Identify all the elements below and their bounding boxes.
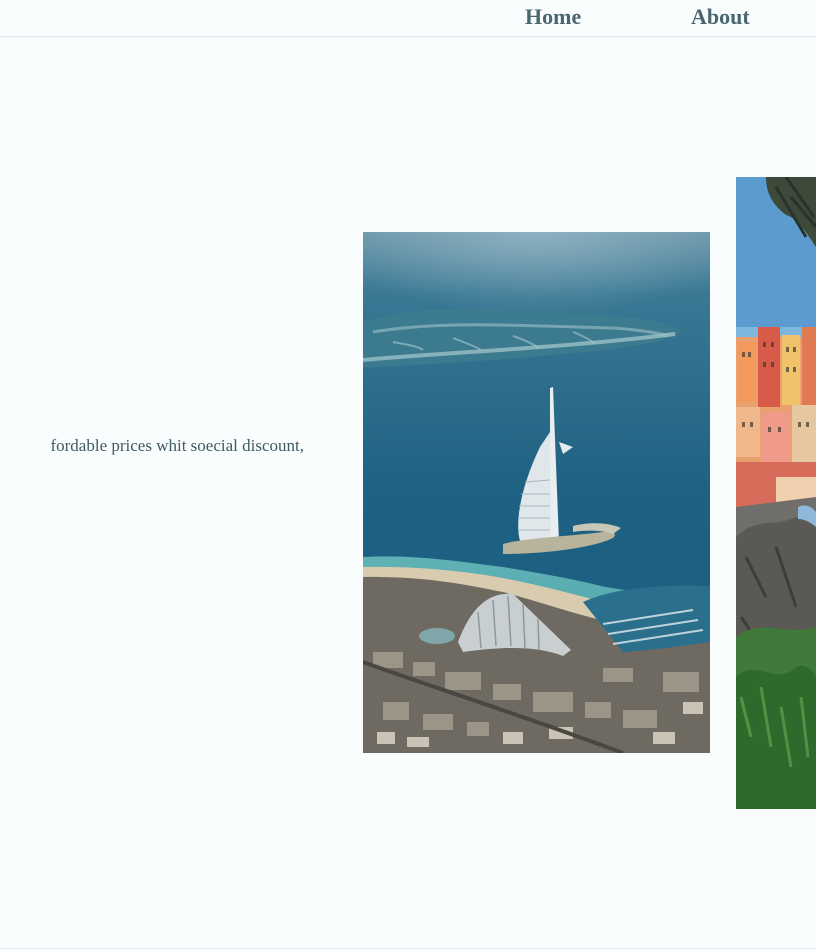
aerial-view-dubai-coast-image <box>363 232 710 753</box>
village-photo-illustration <box>736 177 816 809</box>
top-navbar: Home About <box>0 0 816 37</box>
dubai-photo-illustration <box>363 232 710 753</box>
nav-about-link[interactable]: About <box>691 4 750 30</box>
colorful-cliffside-village-image <box>736 177 816 809</box>
hero-description: fordable prices whit soecial discount, <box>0 436 320 460</box>
nav-home-link[interactable]: Home <box>525 4 581 30</box>
page: Home About fordable prices whit soecial … <box>0 0 816 952</box>
footer-divider <box>0 948 816 949</box>
hero-description-text: fordable prices whit soecial discount, <box>50 436 304 455</box>
